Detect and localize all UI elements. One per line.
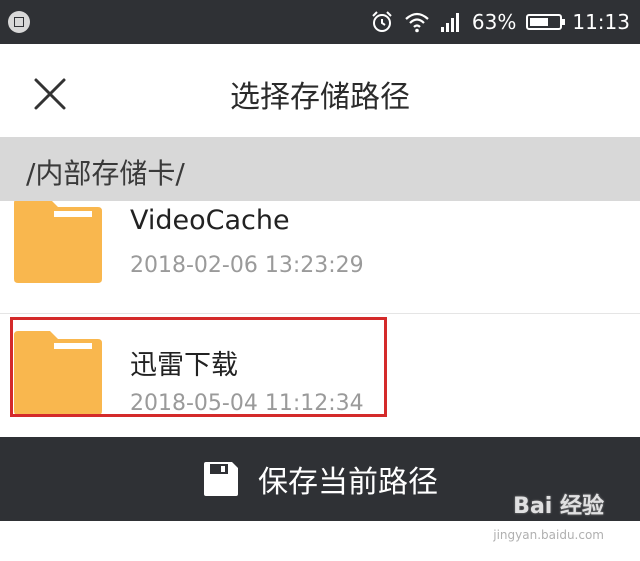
header: 选择存储路径 <box>0 44 640 137</box>
floppy-disk-icon <box>204 462 238 496</box>
status-bar: 63% 11:13 <box>0 0 640 44</box>
list-item[interactable]: VideoCache 2018-02-06 13:23:29 <box>0 201 640 313</box>
app-notification-icon <box>8 11 30 33</box>
list-item[interactable]: 迅雷下载 2018-05-04 11:12:34 <box>0 313 640 437</box>
status-icons: 63% 11:13 <box>370 0 630 44</box>
folder-icon <box>14 201 102 283</box>
folder-name: 迅雷下载 <box>130 350 238 381</box>
page-title: 选择存储路径 <box>230 80 410 115</box>
save-button-label: 保存当前路径 <box>258 465 438 500</box>
folder-name: VideoCache <box>130 205 290 236</box>
watermark-brand: Bai 经验 <box>513 494 604 519</box>
alarm-icon <box>372 11 392 32</box>
current-path: /内部存储卡/ <box>26 157 185 190</box>
watermark-url: jingyan.baidu.com <box>493 528 604 542</box>
path-bar: /内部存储卡/ <box>0 137 640 201</box>
clock: 11:13 <box>572 10 630 34</box>
folder-list: VideoCache 2018-02-06 13:23:29 迅雷下载 2018… <box>0 201 640 437</box>
battery-icon <box>526 14 566 30</box>
wifi-icon <box>405 12 429 33</box>
signal-icon <box>440 13 459 32</box>
folder-date: 2018-02-06 13:23:29 <box>130 253 364 278</box>
battery-percent: 63% <box>471 10 517 34</box>
folder-icon <box>14 331 102 415</box>
folder-date: 2018-05-04 11:12:34 <box>130 391 364 416</box>
